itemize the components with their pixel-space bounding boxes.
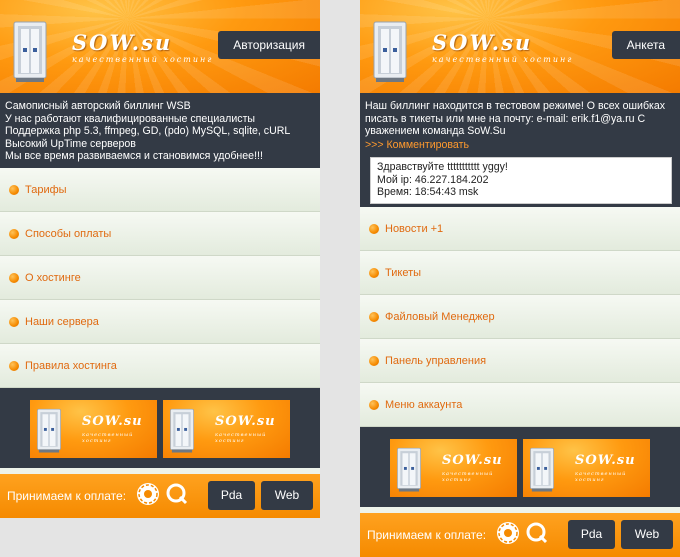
banner-logo: SOW.su [442,453,503,468]
time-text: Время: 18:54:43 msk [377,186,479,198]
qiwi-icon [165,482,189,506]
banner[interactable]: SOW.su качественный хостинг [30,400,157,458]
menu-item-payment-methods[interactable]: Способы оплаты [0,212,320,256]
banner-tagline: качественный хостинг [215,432,267,444]
banner-logo: SOW.su [82,414,143,429]
greeting-text: Здравствуйте ttttttttttt yggy! [377,161,508,173]
web-button[interactable]: Web [261,481,313,510]
menu-item-label: Способы оплаты [25,227,112,240]
menu-item-label: Файловый Менеджер [385,310,495,323]
info-block: Наш биллинг находится в тестовом режиме!… [360,93,680,207]
banner-tagline: качественный хостинг [442,471,494,483]
pda-button[interactable]: Pda [568,520,615,549]
site-logo[interactable]: SOW.su [72,30,172,55]
main-menu: Тарифы Способы оплаты О хостинге Наши се… [0,168,320,388]
bullet-icon [369,399,379,410]
bullet-icon [369,267,379,278]
webmoney-icon [136,482,160,506]
server-icon [372,20,408,83]
login-button[interactable]: Авторизация [218,31,320,59]
site-logo[interactable]: SOW.su [432,30,532,55]
bullet-icon [9,184,19,195]
account-menu: Новости +1 Тикеты Файловый Менеджер Пане… [360,207,680,427]
menu-item-rules[interactable]: Правила хостинга [0,344,320,388]
comment-link[interactable]: >>> Комментировать [365,139,676,152]
server-icon [36,407,62,454]
server-icon [12,20,48,83]
menu-item-file-manager[interactable]: Файловый Менеджер [360,295,680,339]
menu-item-label: Новости +1 [385,222,444,235]
bullet-icon [9,316,19,327]
payment-label: Принимаем к оплате: [367,528,487,542]
banner-tagline: качественный хостинг [82,432,134,444]
bullet-icon [9,272,19,283]
menu-item-label: Тикеты [385,266,422,279]
banner-logo: SOW.su [215,414,276,429]
profile-button[interactable]: Анкета [611,31,680,59]
menu-item-label: О хостинге [25,271,81,284]
greeting-box: Здравствуйте ttttttttttt yggy! Мой ip: 4… [370,157,672,204]
ip-text: Мой ip: 46.227.184.202 [377,173,489,186]
menu-item-control-panel[interactable]: Панель управления [360,339,680,383]
banner[interactable]: SOW.su качественный хостинг [523,439,650,497]
menu-item-about[interactable]: О хостинге [0,256,320,300]
banner[interactable]: SOW.su качественный хостинг [163,400,290,458]
bullet-icon [9,360,19,371]
info-line: Мы все время развиваемся и становимся уд… [5,150,263,162]
webmoney-icon [496,521,520,545]
web-button[interactable]: Web [621,520,673,549]
footer: Принимаем к оплате: Pda Web [0,474,320,518]
menu-item-tariffs[interactable]: Тарифы [0,168,320,212]
menu-item-label: Наши сервера [25,315,99,328]
menu-item-label: Меню аккаунта [385,398,463,411]
server-icon [396,446,422,493]
left-panel: SOW.su качественный хостинг Авторизация … [0,0,320,518]
server-icon [169,407,195,454]
info-line: Наш биллинг находится в тестовом режиме!… [365,100,666,112]
site-header: SOW.su качественный хостинг Анкета [360,0,680,93]
banner-tagline: качественный хостинг [575,471,627,483]
info-line: писать в тикеты или мне на почту: e-mail… [365,112,646,125]
info-line: Самописный авторский биллинг WSB [5,100,191,112]
menu-item-account-menu[interactable]: Меню аккаунта [360,383,680,427]
site-header: SOW.su качественный хостинг Авторизация [0,0,320,93]
info-line: У нас работают квалифицированные специал… [5,112,256,125]
banner-area: SOW.su качественный хостинг SOW.su качес… [0,388,320,468]
bullet-icon [369,355,379,366]
info-line: Поддержка php 5.3, ffmpeg, GD, (pdo) MyS… [5,125,291,137]
pda-button[interactable]: Pda [208,481,255,510]
menu-item-servers[interactable]: Наши сервера [0,300,320,344]
bullet-icon [369,311,379,322]
right-panel: SOW.su качественный хостинг Анкета Наш б… [360,0,680,557]
bullet-icon [369,223,379,234]
info-line: уважением команда SoW.Su [365,125,506,137]
payment-label: Принимаем к оплате: [7,489,127,503]
bullet-icon [9,228,19,239]
banner[interactable]: SOW.su качественный хостинг [390,439,517,497]
menu-item-news[interactable]: Новости +1 [360,207,680,251]
info-line: Высокий UpTime серверов [5,137,136,150]
site-tagline: качественный хостинг [72,55,214,64]
menu-item-label: Правила хостинга [25,359,117,372]
site-tagline: качественный хостинг [432,55,574,64]
footer: Принимаем к оплате: Pda Web [360,513,680,557]
menu-item-label: Панель управления [385,354,487,367]
banner-logo: SOW.su [575,453,636,468]
banner-area: SOW.su качественный хостинг SOW.su качес… [360,427,680,507]
server-icon [529,446,555,493]
menu-item-tickets[interactable]: Тикеты [360,251,680,295]
qiwi-icon [525,521,549,545]
menu-item-label: Тарифы [25,183,67,196]
info-block: Самописный авторский биллинг WSB У нас р… [0,93,320,168]
